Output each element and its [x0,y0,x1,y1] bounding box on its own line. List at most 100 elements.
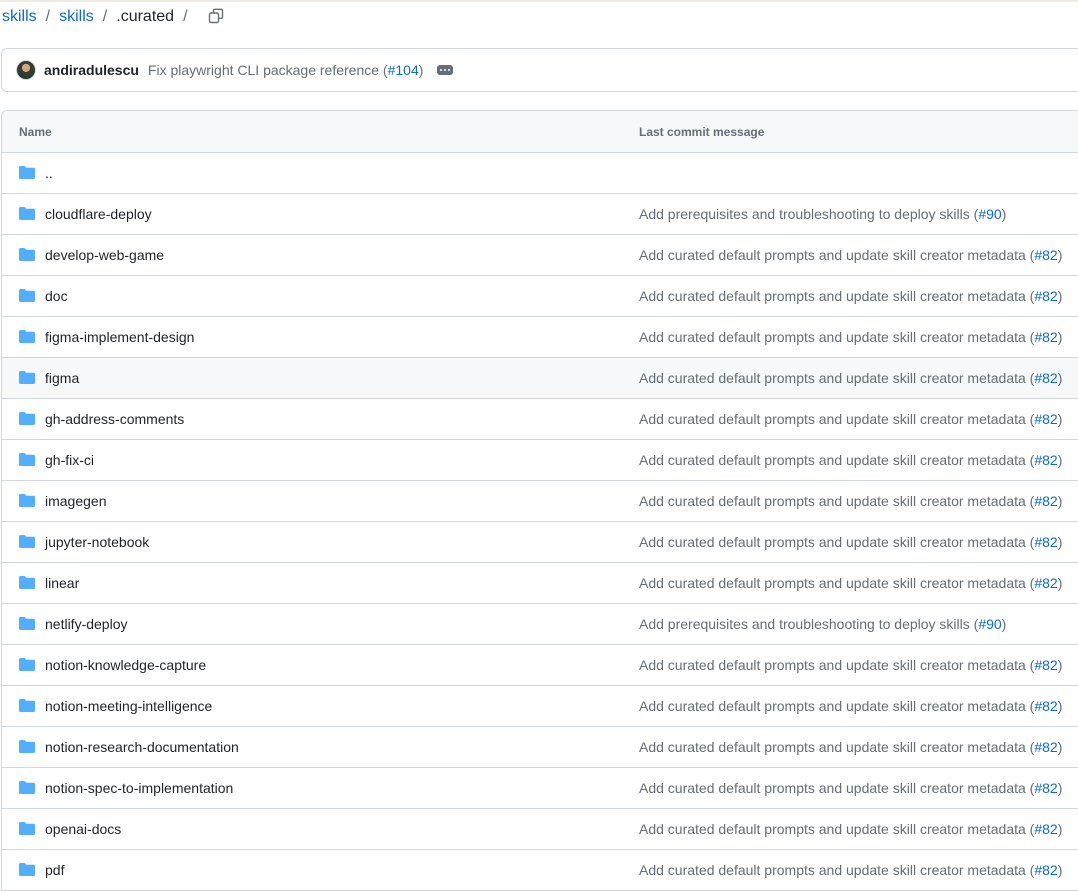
table-row[interactable]: notion-spec-to-implementation Add curated… [2,768,1078,809]
breadcrumb-separator: / [102,8,108,25]
folder-name-link[interactable]: notion-knowledge-capture [45,656,206,674]
table-row[interactable]: jupyter-notebook Add curated default prom… [2,522,1078,563]
last-commit-message[interactable]: Add curated default prompts and update s… [639,574,1062,592]
folder-name-link[interactable]: notion-meeting-intelligence [45,697,212,715]
commit-pr-link[interactable]: #82 [1034,821,1057,837]
last-commit-message[interactable]: Add curated default prompts and update s… [639,410,1062,428]
table-row[interactable]: gh-address-comments Add curated default p… [2,399,1078,440]
expand-commit-button[interactable] [437,65,454,75]
commit-pr-link[interactable]: #82 [1034,452,1057,468]
last-commit-message[interactable]: Add curated default prompts and update s… [639,533,1062,551]
commit-pr-link[interactable]: #82 [1034,780,1057,796]
commit-pr-link[interactable]: #82 [1034,370,1057,386]
folder-icon [19,863,35,876]
folder-icon [19,617,35,630]
folder-icon [19,166,35,179]
folder-name-link[interactable]: figma-implement-design [45,328,194,346]
table-row[interactable]: gh-fix-ci Add curated default prompts and… [2,440,1078,481]
commit-pr-link[interactable]: #82 [1034,739,1057,755]
breadcrumb-repo-link[interactable]: skills [2,6,37,28]
table-row[interactable]: doc Add curated default prompts and updat… [2,276,1078,317]
commit-pr-link[interactable]: #82 [1034,247,1057,263]
folder-icon [19,822,35,835]
last-commit-message[interactable]: Add curated default prompts and update s… [639,246,1062,264]
table-row[interactable]: .. [2,153,1078,194]
last-commit-message[interactable]: Add curated default prompts and update s… [639,328,1062,346]
table-row[interactable]: notion-meeting-intelligence Add curated d… [2,686,1078,727]
commit-pr-link[interactable]: #104 [388,62,419,78]
last-commit-message[interactable]: Add curated default prompts and update s… [639,451,1062,469]
commit-pr-link[interactable]: #82 [1034,575,1057,591]
folder-icon [19,494,35,507]
last-commit-message[interactable]: Add curated default prompts and update s… [639,820,1062,838]
folder-name-link[interactable]: notion-research-documentation [45,738,239,756]
commit-pr-link[interactable]: #82 [1034,862,1057,878]
folder-name-link[interactable]: develop-web-game [45,246,164,264]
table-row[interactable]: notion-knowledge-capture Add curated defa… [2,645,1078,686]
breadcrumb-separator: / [183,8,188,25]
folder-name-link[interactable]: notion-spec-to-implementation [45,779,233,797]
last-commit-message[interactable]: Add curated default prompts and update s… [639,287,1062,305]
copy-icon [208,8,224,24]
table-row[interactable]: cloudflare-deploy Add prerequisites and t… [2,194,1078,235]
commit-pr-link[interactable]: #82 [1034,698,1057,714]
commit-pr-link[interactable]: #90 [978,616,1001,632]
folder-icon [19,289,35,302]
table-row[interactable]: figma Add curated default prompts and upd… [2,358,1078,399]
commit-pr-link[interactable]: #82 [1034,329,1057,345]
folder-name-link[interactable]: linear [45,574,79,592]
last-commit-message[interactable]: Add prerequisites and troubleshooting to… [639,615,1006,633]
last-commit-message[interactable]: Add curated default prompts and update s… [639,492,1062,510]
table-header: Name Last commit message [2,111,1078,153]
last-commit-message[interactable]: Add curated default prompts and update s… [639,697,1062,715]
folder-name-link[interactable]: figma [45,369,79,387]
last-commit-message[interactable]: Add prerequisites and troubleshooting to… [639,205,1006,223]
copy-path-button[interactable] [205,5,227,27]
folder-icon [19,658,35,671]
folder-name-link[interactable]: cloudflare-deploy [45,205,152,223]
commit-pr-link[interactable]: #82 [1034,534,1057,550]
commit-pr-link[interactable]: #82 [1034,411,1057,427]
folder-icon [19,535,35,548]
last-commit-message[interactable]: Add curated default prompts and update s… [639,656,1062,674]
table-row[interactable]: openai-docs Add curated default prompts a… [2,809,1078,850]
table-row[interactable]: notion-research-documentation Add curated… [2,727,1078,768]
folder-icon [19,371,35,384]
table-row[interactable]: figma-implement-design Add curated defaul… [2,317,1078,358]
folder-name-link[interactable]: .. [45,164,53,182]
last-commit-message[interactable]: Add curated default prompts and update s… [639,779,1062,797]
folder-name-link[interactable]: openai-docs [45,820,121,838]
file-table: Name Last commit message .. cloudflare-de… [1,110,1078,891]
commit-message[interactable]: Fix playwright CLI package reference (#1… [148,62,424,78]
folder-name-link[interactable]: doc [45,287,68,305]
column-header-message: Last commit message [639,124,765,139]
table-row[interactable]: linear Add curated default prompts and up… [2,563,1078,604]
commit-pr-link[interactable]: #82 [1034,657,1057,673]
folder-name-link[interactable]: pdf [45,861,64,879]
folder-name-link[interactable]: jupyter-notebook [45,533,149,551]
commit-pr-link[interactable]: #82 [1034,288,1057,304]
ellipsis-icon [440,69,443,71]
folder-name-link[interactable]: imagegen [45,492,107,510]
commit-pr-link[interactable]: #82 [1034,493,1057,509]
table-row[interactable]: imagegen Add curated default prompts and … [2,481,1078,522]
breadcrumb-separator: / [45,8,51,25]
folder-name-link[interactable]: gh-fix-ci [45,451,94,469]
folder-icon [19,576,35,589]
top-divider [0,0,1078,2]
avatar[interactable] [16,60,36,80]
last-commit-message[interactable]: Add curated default prompts and update s… [639,738,1062,756]
folder-name-link[interactable]: gh-address-comments [45,410,184,428]
folder-icon [19,453,35,466]
breadcrumb: skills / skills / .curated / [2,6,197,28]
last-commit-message[interactable]: Add curated default prompts and update s… [639,861,1062,879]
last-commit-message[interactable]: Add curated default prompts and update s… [639,369,1062,387]
breadcrumb-current: .curated [116,8,175,25]
table-row[interactable]: develop-web-game Add curated default prom… [2,235,1078,276]
folder-name-link[interactable]: netlify-deploy [45,615,128,633]
table-row[interactable]: netlify-deploy Add prerequisites and trou… [2,604,1078,645]
commit-author[interactable]: andiradulescu [44,62,139,78]
breadcrumb-folder-link[interactable]: skills [59,6,94,28]
commit-pr-link[interactable]: #90 [978,206,1001,222]
table-row[interactable]: pdf Add curated default prompts and updat… [2,850,1078,891]
